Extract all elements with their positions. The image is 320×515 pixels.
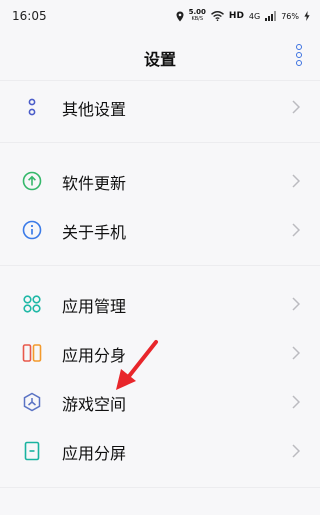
chevron-right-icon: [292, 346, 300, 360]
chevron-right-icon: [292, 174, 300, 188]
app-clone-icon: [22, 344, 42, 362]
menu-label-other-settings: 其他设置: [62, 100, 127, 119]
network-speed-unit: KB/S: [191, 16, 204, 22]
divider: [0, 80, 320, 81]
section-divider: [0, 265, 320, 266]
chevron-right-icon: [292, 444, 300, 458]
section-divider: [0, 142, 320, 143]
hd-indicator: HD: [228, 11, 244, 21]
info-icon: [22, 220, 42, 240]
title-bar: 设置: [0, 32, 320, 80]
status-bar: 16:05 5.00 KB/S HD 4G 76%: [0, 0, 320, 32]
menu-label-app-management: 应用管理: [62, 297, 127, 316]
chevron-right-icon: [292, 223, 300, 237]
chevron-right-icon: [292, 100, 300, 114]
signal-bars-icon: [265, 11, 277, 21]
app-grid-icon: [23, 295, 41, 313]
split-screen-icon: [24, 441, 40, 461]
menu-item-other-settings[interactable]: 其他设置: [0, 83, 320, 131]
status-icons: 5.00 KB/S HD 4G 76%: [176, 6, 310, 26]
charging-icon: [304, 11, 310, 21]
menu-label-game-space: 游戏空间: [62, 395, 127, 414]
battery-percent: 76%: [281, 11, 299, 21]
chevron-right-icon: [292, 395, 300, 409]
menu-label-about-phone: 关于手机: [62, 223, 127, 242]
section-divider: [0, 487, 320, 488]
wifi-icon: [210, 11, 224, 21]
menu-item-about-phone[interactable]: 关于手机: [0, 206, 320, 254]
menu-label-split-screen: 应用分屏: [62, 444, 127, 463]
game-space-icon: [23, 392, 41, 412]
dots-vertical-icon: [28, 98, 36, 116]
menu-item-app-management[interactable]: 应用管理: [0, 280, 320, 328]
network-speed: 5.00 KB/S: [189, 9, 206, 23]
page-title: 设置: [143, 50, 176, 69]
network-speed-value: 5.00: [188, 8, 206, 16]
more-options-icon[interactable]: [294, 44, 304, 66]
status-time: 16:05: [12, 9, 47, 23]
annotation-arrow-icon: [116, 340, 158, 390]
chevron-right-icon: [292, 297, 300, 311]
menu-item-software-update[interactable]: 软件更新: [0, 157, 320, 205]
menu-label-software-update: 软件更新: [62, 174, 127, 193]
signal-type: 4G: [248, 11, 261, 21]
location-icon: [176, 11, 184, 21]
menu-item-split-screen[interactable]: 应用分屏: [0, 427, 320, 475]
update-arrow-icon: [22, 171, 42, 191]
